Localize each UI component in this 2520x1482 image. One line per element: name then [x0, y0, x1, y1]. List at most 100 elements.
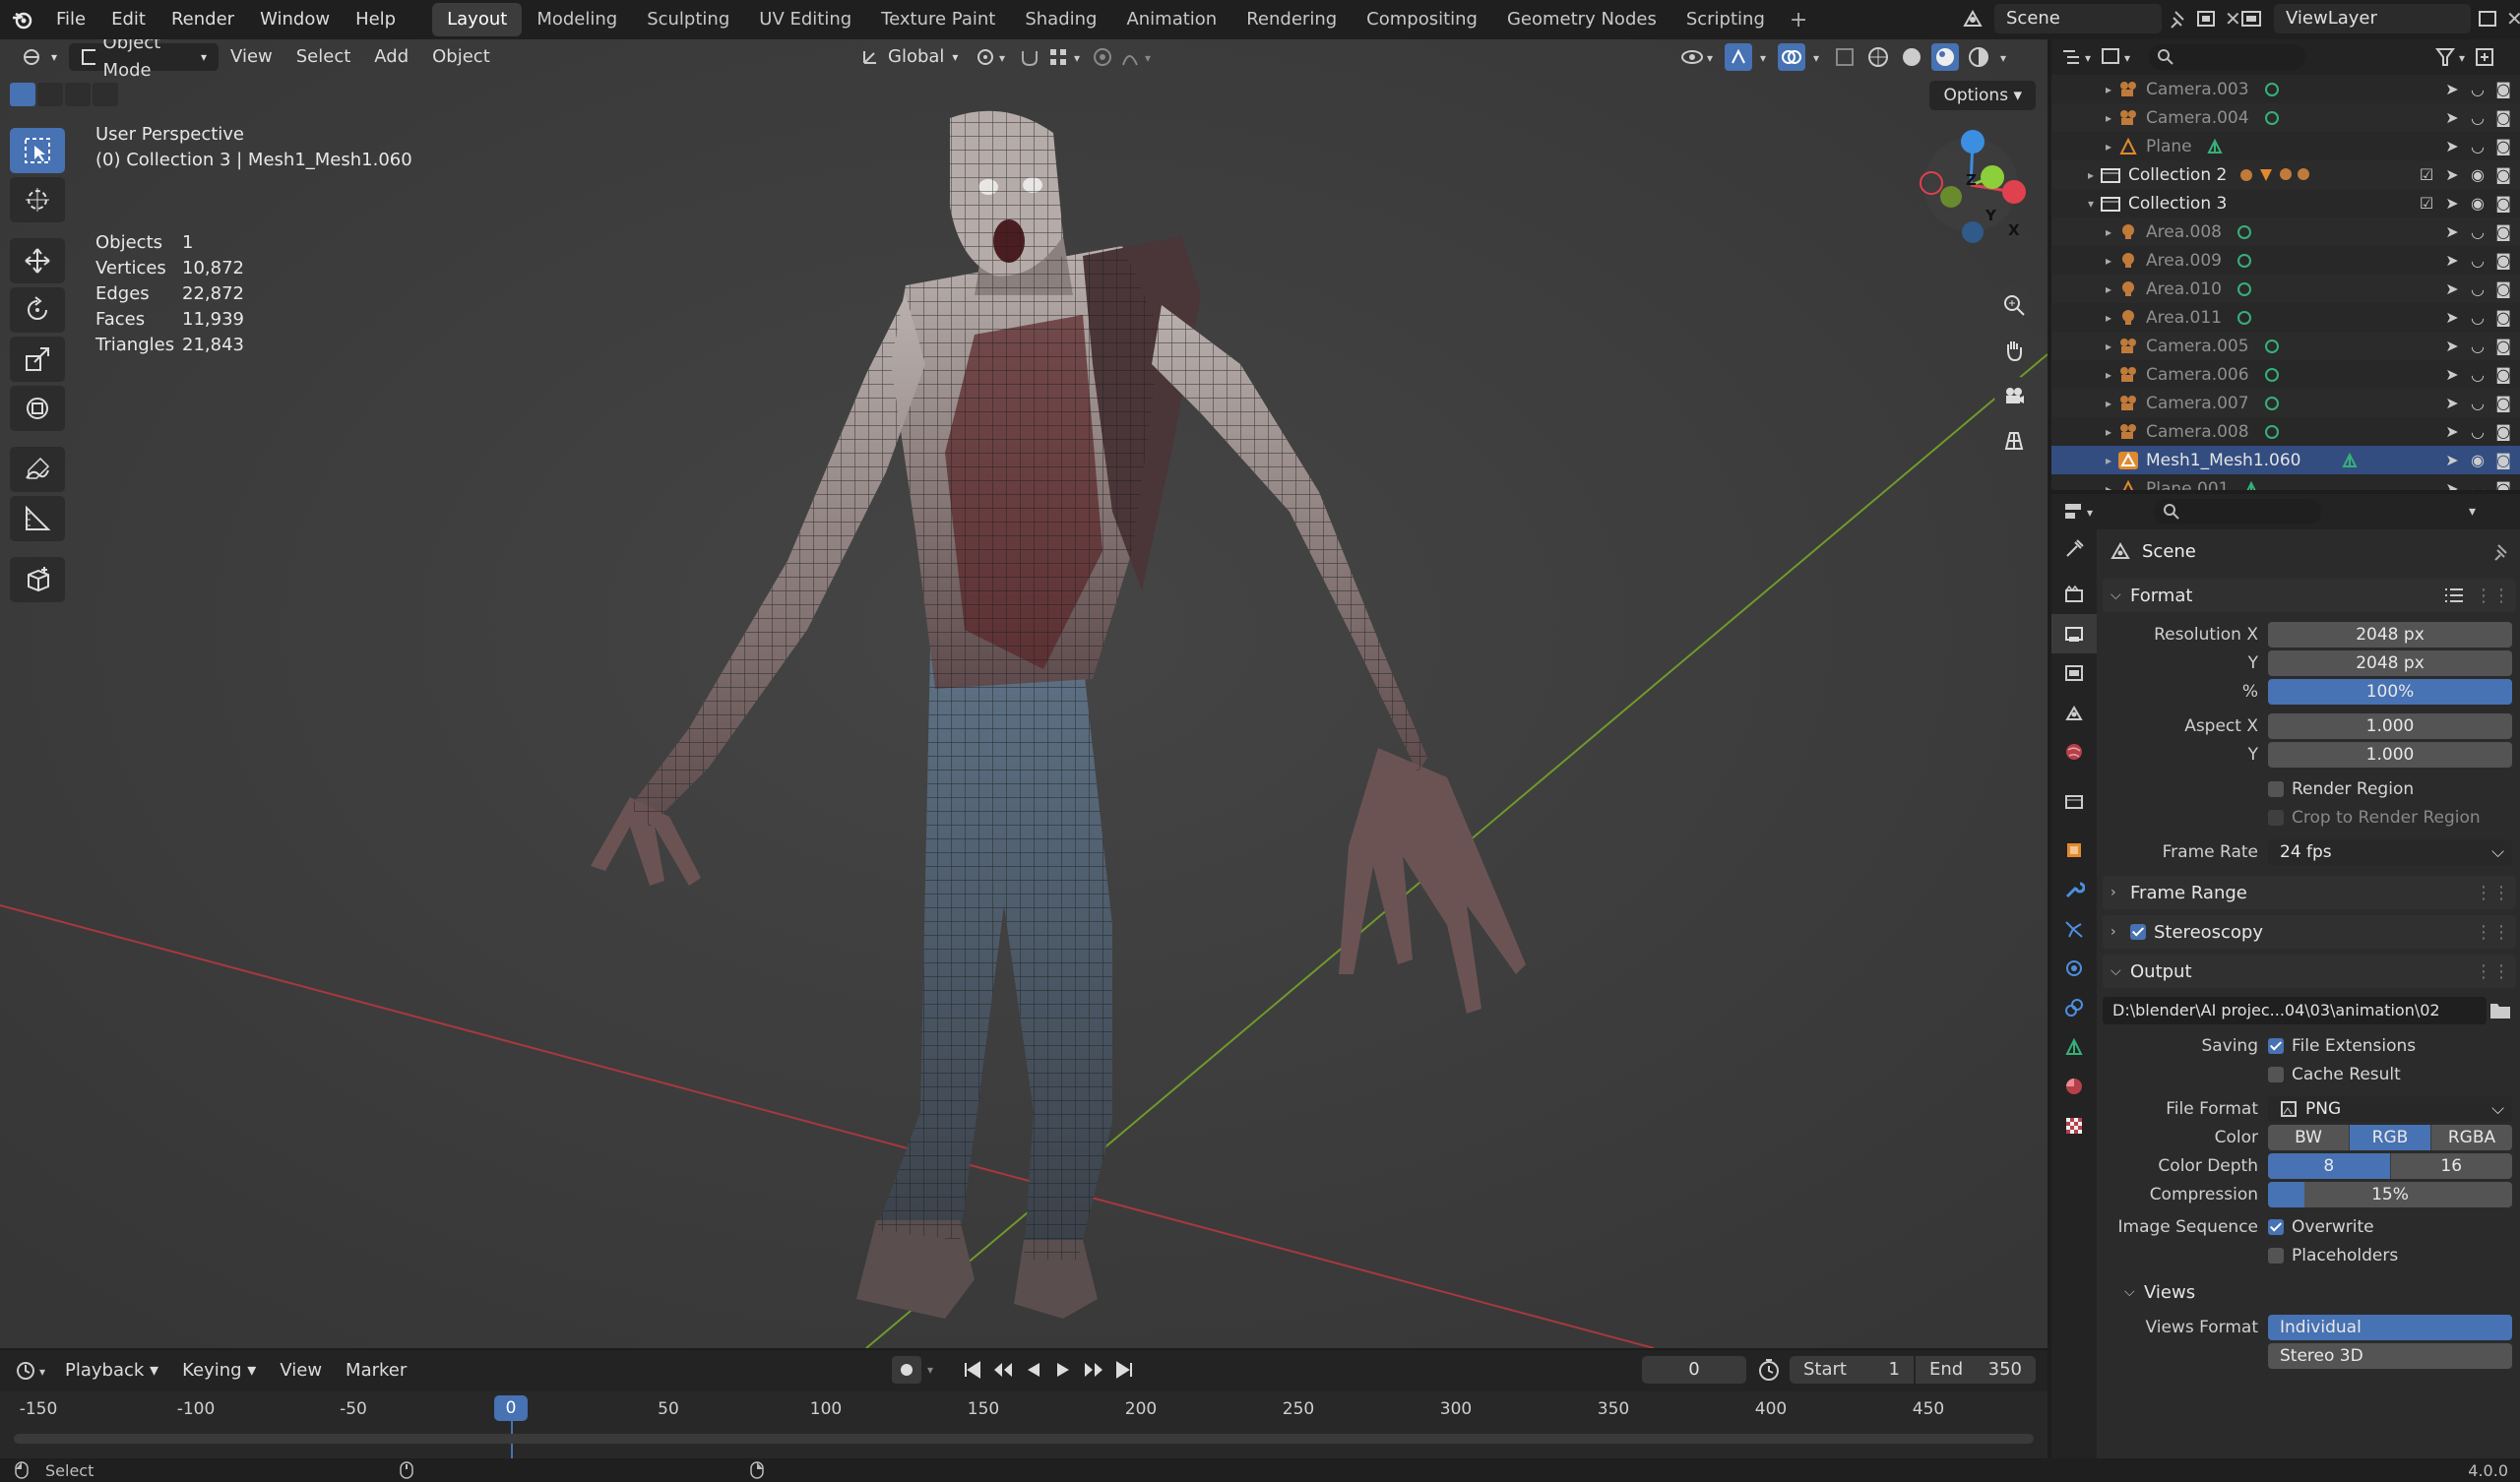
selectable-toggle-icon[interactable]: ➤ [2443, 479, 2461, 490]
selectable-toggle-icon[interactable]: ➤ [2443, 365, 2461, 384]
object-mode-dropdown[interactable]: Object Mode ▾ [69, 39, 220, 81]
eye-closed-icon[interactable]: ◡ [2469, 251, 2487, 270]
crop-region-row[interactable]: Crop to Render Region [2103, 803, 2516, 832]
color-rgb-button[interactable]: RGB [2350, 1124, 2431, 1150]
material-shading-icon[interactable] [1931, 43, 1959, 71]
selectable-toggle-icon[interactable]: ➤ [2443, 337, 2461, 355]
crop-region-checkbox[interactable] [2268, 809, 2284, 826]
chevron-right-icon[interactable]: ▸ [2101, 282, 2116, 296]
current-frame-indicator[interactable]: 0 [494, 1395, 528, 1421]
exclude-checkbox[interactable]: ☑ [2418, 165, 2435, 184]
resolution-y-field[interactable]: 2048 px [2268, 649, 2512, 676]
chevron-right-icon[interactable]: ▸ [2101, 482, 2116, 491]
tab-data[interactable] [2051, 1027, 2097, 1067]
menu-file[interactable]: File [43, 0, 98, 39]
pin-icon[interactable] [2168, 8, 2189, 30]
depth-16-button[interactable]: 16 [2390, 1152, 2512, 1179]
timeline-scrollbar[interactable] [14, 1434, 2034, 1444]
tab-uv-editing[interactable]: UV Editing [744, 3, 866, 36]
menu-object[interactable]: Object [420, 43, 502, 71]
play-icon[interactable] [1051, 1358, 1075, 1382]
gizmo-z-label[interactable]: Z [1966, 171, 1977, 189]
eye-closed-icon[interactable]: ◡ [2469, 108, 2487, 127]
new-viewlayer-icon[interactable] [2477, 8, 2500, 30]
selectable-toggle-icon[interactable]: ➤ [2443, 451, 2461, 469]
eye-closed-icon[interactable]: ◡ [2469, 422, 2487, 441]
eye-open-icon[interactable]: ◉ [2469, 194, 2487, 213]
outliner-row[interactable]: ▾ Collection 3 ☑ ➤ ◉ ◙ [2051, 189, 2520, 217]
selectable-toggle-icon[interactable]: ➤ [2443, 394, 2461, 412]
tab-view-layer[interactable] [2051, 653, 2097, 693]
aspect-x-field[interactable]: 1.000 [2268, 712, 2512, 739]
zoom-button[interactable] [1994, 285, 2034, 325]
outliner-row[interactable]: ▸ Area.010 ➤ ◡ ◙ [2051, 275, 2520, 303]
frame-ruler[interactable]: -150 -100 -50 0 50 100 150 200 250 300 350 400 450 [0, 1391, 2048, 1427]
render-toggle-icon[interactable]: ◙ [2494, 108, 2512, 127]
properties-options-icon[interactable]: ▾ [2469, 504, 2476, 520]
tab-animation[interactable]: Animation [1111, 3, 1231, 36]
chevron-right-icon[interactable]: ▸ [2083, 168, 2099, 182]
depth-8-button[interactable]: 8 [2268, 1152, 2391, 1179]
eye-closed-icon[interactable]: ◡ [2469, 365, 2487, 384]
tab-modeling[interactable]: Modeling [522, 3, 632, 36]
drag-handle-icon[interactable]: ⋮⋮ [2475, 922, 2510, 943]
outliner-row[interactable]: ▸ Camera.008 ➤ ◡ ◙ [2051, 417, 2520, 446]
outliner-search-input[interactable] [2148, 44, 2305, 70]
render-toggle-icon[interactable]: ◙ [2494, 194, 2512, 213]
chevron-right-icon[interactable]: ▸ [2101, 111, 2116, 125]
tab-material[interactable] [2051, 1067, 2097, 1106]
record-options-icon[interactable]: ▾ [927, 1363, 933, 1377]
color-bw-button[interactable]: BW [2268, 1124, 2350, 1150]
resolution-x-field[interactable]: 2048 px [2268, 621, 2512, 648]
viewlayer-field[interactable]: ViewLayer [2274, 4, 2471, 33]
outliner-row[interactable]: ▸ Camera.007 ➤ ◡ ◙ [2051, 389, 2520, 417]
marker-menu[interactable]: Marker [334, 1357, 418, 1385]
stopwatch-icon[interactable] [1756, 1357, 1782, 1383]
aspect-y-field[interactable]: 1.000 [2268, 741, 2512, 768]
solid-shading-icon[interactable] [1898, 43, 1925, 71]
record-icon[interactable] [892, 1356, 921, 1384]
views-stereo-button[interactable]: Stereo 3D [2268, 1342, 2512, 1369]
scene-selector[interactable]: Scene ✕ [1959, 4, 2241, 33]
rendered-shading-icon[interactable] [1965, 43, 1992, 71]
output-panel-header[interactable]: ⌵ Output ⋮⋮ [2103, 955, 2516, 988]
drag-handle-icon[interactable]: ⋮⋮ [2475, 586, 2510, 606]
tab-object[interactable] [2051, 831, 2097, 870]
overlays-dropdown-icon[interactable]: ▾ [1811, 47, 1825, 67]
tab-world[interactable] [2051, 732, 2097, 772]
scale-tool[interactable] [10, 337, 65, 382]
outliner-row[interactable]: ▸ Collection 2 ☑ ➤ ◉ ◙ [2051, 160, 2520, 189]
start-frame-field[interactable]: Start 1 [1790, 1356, 1914, 1384]
compression-slider[interactable]: 15% [2268, 1181, 2512, 1207]
pan-button[interactable] [1994, 331, 2034, 370]
cursor-tool[interactable] [10, 177, 65, 222]
file-extensions-checkbox[interactable] [2268, 1037, 2284, 1054]
tab-tool[interactable] [2051, 529, 2097, 569]
render-toggle-icon[interactable]: ◙ [2494, 365, 2512, 384]
current-frame-field[interactable]: 0 [1642, 1356, 1746, 1384]
pivot-point-icon[interactable]: ▾ [974, 45, 1013, 69]
tab-constraints[interactable] [2051, 988, 2097, 1027]
tab-scripting[interactable]: Scripting [1671, 3, 1780, 36]
tab-render[interactable] [2051, 575, 2097, 614]
chevron-right-icon[interactable]: ▸ [2101, 454, 2116, 467]
menu-render[interactable]: Render [158, 0, 247, 39]
tab-collection[interactable] [2051, 781, 2097, 821]
overwrite-checkbox[interactable] [2268, 1218, 2284, 1235]
menu-view[interactable]: View [219, 43, 284, 71]
tab-output[interactable] [2051, 614, 2097, 653]
drag-handle-icon[interactable]: ⋮⋮ [2475, 961, 2510, 982]
output-path-input[interactable]: D:\blender\AI projec...04\03\animation\0… [2103, 997, 2487, 1024]
select-box-tool[interactable] [10, 128, 65, 173]
format-panel-header[interactable]: ⌵ Format ⋮⋮ [2103, 579, 2516, 612]
gizmo-dropdown-icon[interactable]: ▾ [1758, 47, 1772, 67]
chevron-right-icon[interactable]: ▸ [2101, 368, 2116, 382]
properties-search-input[interactable] [2154, 499, 2321, 525]
next-keyframe-icon[interactable] [1081, 1358, 1106, 1382]
render-toggle-icon[interactable]: ◙ [2494, 279, 2512, 298]
folder-icon[interactable] [2487, 998, 2516, 1023]
filter-icon[interactable]: ▾ [2433, 45, 2473, 69]
eye-open-icon[interactable]: ◉ [2469, 451, 2487, 469]
views-individual-button[interactable]: Individual [2268, 1314, 2512, 1340]
tab-texture[interactable] [2051, 1106, 2097, 1145]
